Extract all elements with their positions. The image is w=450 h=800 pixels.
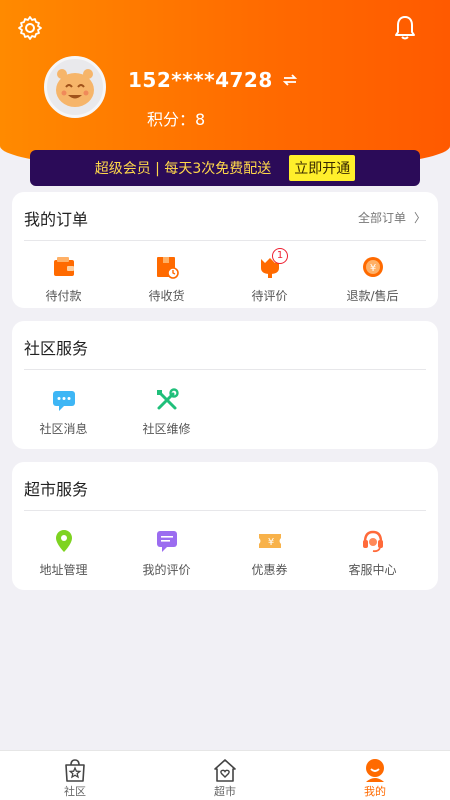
message-icon bbox=[52, 391, 75, 411]
community-card: 社区服务 社区消息 社区维修 bbox=[12, 321, 438, 449]
community-item-label: 社区维修 bbox=[142, 422, 191, 436]
market-item-label: 客服中心 bbox=[348, 563, 397, 577]
vip-text: 超级会员 | 每天3次免费配送 bbox=[94, 161, 272, 177]
orders-title: 我的订单 bbox=[24, 210, 89, 229]
coupon-icon: ¥ bbox=[258, 534, 281, 548]
community-repair[interactable]: 社区维修 bbox=[115, 387, 218, 437]
headset-icon bbox=[362, 530, 383, 553]
vip-open-button[interactable]: 立即开通 bbox=[289, 155, 356, 181]
market-item-label: 优惠券 bbox=[251, 563, 288, 577]
community-title: 社区服务 bbox=[24, 339, 89, 358]
phone-row: 152****4728 bbox=[128, 68, 299, 92]
order-item-label: 待评价 bbox=[251, 289, 288, 303]
community-item-label: 社区消息 bbox=[39, 422, 88, 436]
tab-label: 超市 bbox=[214, 785, 236, 798]
orders-card: 我的订单 全部订单 〉 待付款 待收货 1 待评价 ¥ 退款/售后 bbox=[12, 192, 438, 308]
points-value: 8 bbox=[195, 110, 206, 129]
tab-label: 社区 bbox=[64, 785, 86, 798]
location-icon bbox=[55, 530, 72, 552]
market-item-label: 地址管理 bbox=[39, 563, 88, 577]
user-phone: 152****4728 bbox=[128, 68, 273, 92]
tab-supermarket[interactable]: 超市 bbox=[150, 751, 300, 800]
market-card: 超市服务 地址管理 我的评价 ¥ 优惠券 客服中心 bbox=[12, 462, 438, 590]
person-icon bbox=[366, 759, 384, 782]
coupons[interactable]: ¥ 优惠券 bbox=[218, 528, 321, 578]
order-refund[interactable]: ¥ 退款/售后 bbox=[321, 254, 424, 304]
tab-community[interactable]: 社区 bbox=[0, 751, 150, 800]
order-item-label: 退款/售后 bbox=[346, 289, 399, 303]
cartoon-face-icon bbox=[56, 69, 94, 107]
review-count-badge: 1 bbox=[272, 248, 288, 264]
bottom-tab-bar: 社区 超市 我的 bbox=[0, 750, 450, 800]
market-row: 地址管理 我的评价 ¥ 优惠券 客服中心 bbox=[12, 528, 438, 578]
notification-bell-icon[interactable] bbox=[393, 14, 417, 42]
refund-icon: ¥ bbox=[362, 257, 383, 277]
divider bbox=[24, 510, 426, 511]
market-item-label: 我的评价 bbox=[142, 563, 191, 577]
my-reviews[interactable]: 我的评价 bbox=[115, 528, 218, 578]
customer-service[interactable]: 客服中心 bbox=[321, 528, 424, 578]
order-pending-review[interactable]: 1 待评价 bbox=[218, 248, 321, 304]
order-pending-receipt[interactable]: 待收货 bbox=[115, 254, 218, 304]
community-row: 社区消息 社区维修 bbox=[12, 387, 438, 437]
vip-banner[interactable]: 超级会员 | 每天3次免费配送 立即开通 bbox=[30, 150, 420, 186]
tools-icon bbox=[156, 388, 179, 410]
all-orders-link[interactable]: 全部订单 〉 bbox=[358, 209, 426, 226]
order-item-label: 待付款 bbox=[45, 289, 82, 303]
tab-label: 我的 bbox=[364, 785, 386, 798]
address-management[interactable]: 地址管理 bbox=[12, 528, 115, 578]
points-label: 积分： bbox=[147, 110, 196, 129]
package-icon bbox=[156, 257, 179, 279]
all-orders-label: 全部订单 bbox=[357, 211, 406, 225]
order-item-label: 待收货 bbox=[148, 289, 185, 303]
order-pending-payment[interactable]: 待付款 bbox=[12, 254, 115, 304]
house-heart-icon bbox=[214, 759, 236, 782]
points: 积分：8 bbox=[147, 106, 205, 130]
divider bbox=[24, 369, 426, 370]
community-messages[interactable]: 社区消息 bbox=[12, 387, 115, 437]
svg-text:¥: ¥ bbox=[267, 537, 273, 548]
orders-row: 待付款 待收货 1 待评价 ¥ 退款/售后 bbox=[12, 248, 438, 304]
comment-icon bbox=[156, 531, 177, 552]
tab-mine[interactable]: 我的 bbox=[300, 751, 450, 800]
profile-header: 152****4728 积分：8 bbox=[0, 0, 450, 172]
svg-text:¥: ¥ bbox=[369, 263, 375, 274]
chevron-right-icon: 〉 bbox=[413, 211, 426, 225]
wallet-icon bbox=[53, 257, 74, 276]
bag-star-icon bbox=[65, 759, 85, 782]
avatar[interactable] bbox=[44, 56, 106, 118]
market-title: 超市服务 bbox=[24, 480, 89, 499]
switch-account-icon[interactable] bbox=[281, 71, 299, 89]
settings-gear-icon[interactable] bbox=[16, 14, 44, 42]
divider bbox=[24, 240, 426, 241]
